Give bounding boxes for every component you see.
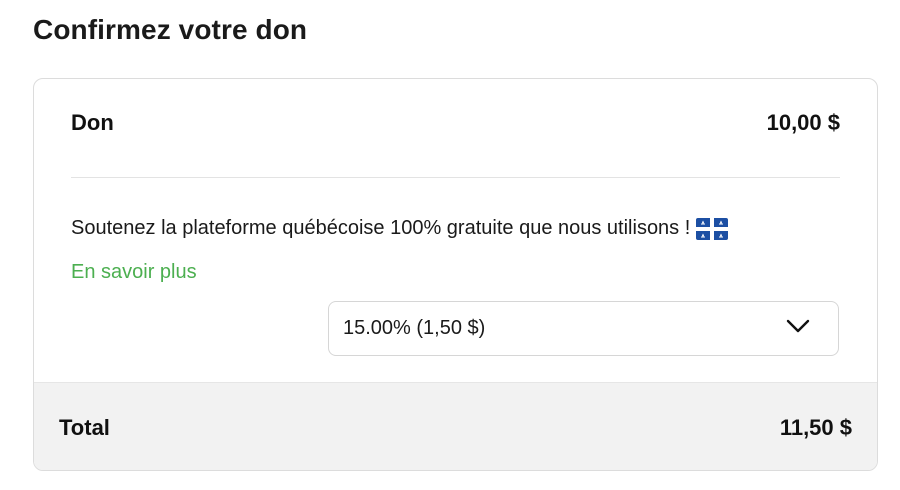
donation-summary-card: Don 10,00 $ Soutenez la plateforme québé… bbox=[33, 78, 878, 471]
quebec-flag-icon bbox=[696, 217, 729, 240]
donation-row: Don 10,00 $ bbox=[71, 107, 840, 139]
platform-support-text: Soutenez la plateforme québécoise 100% g… bbox=[71, 217, 691, 239]
donation-amount: 10,00 $ bbox=[766, 110, 840, 135]
total-row: Total 11,50 $ bbox=[59, 412, 852, 444]
total-label: Total bbox=[59, 415, 110, 440]
total-amount: 11,50 $ bbox=[779, 415, 852, 440]
page-title: Confirmez votre don bbox=[33, 14, 308, 45]
learn-more-link[interactable]: En savoir plus bbox=[71, 261, 197, 284]
tip-percentage-select[interactable]: 15.00% (1,50 $) bbox=[328, 301, 839, 356]
chevron-down-icon bbox=[786, 319, 810, 338]
total-bar: Total 11,50 $ bbox=[34, 382, 877, 470]
platform-support-message: Soutenez la plateforme québécoise 100% g… bbox=[71, 217, 729, 240]
donation-label: Don bbox=[71, 110, 114, 135]
tip-selected-value: 15.00% (1,50 $) bbox=[343, 317, 486, 339]
donation-confirmation-page: Confirmez votre don Don 10,00 $ Soutenez… bbox=[0, 0, 900, 490]
divider bbox=[71, 177, 840, 178]
